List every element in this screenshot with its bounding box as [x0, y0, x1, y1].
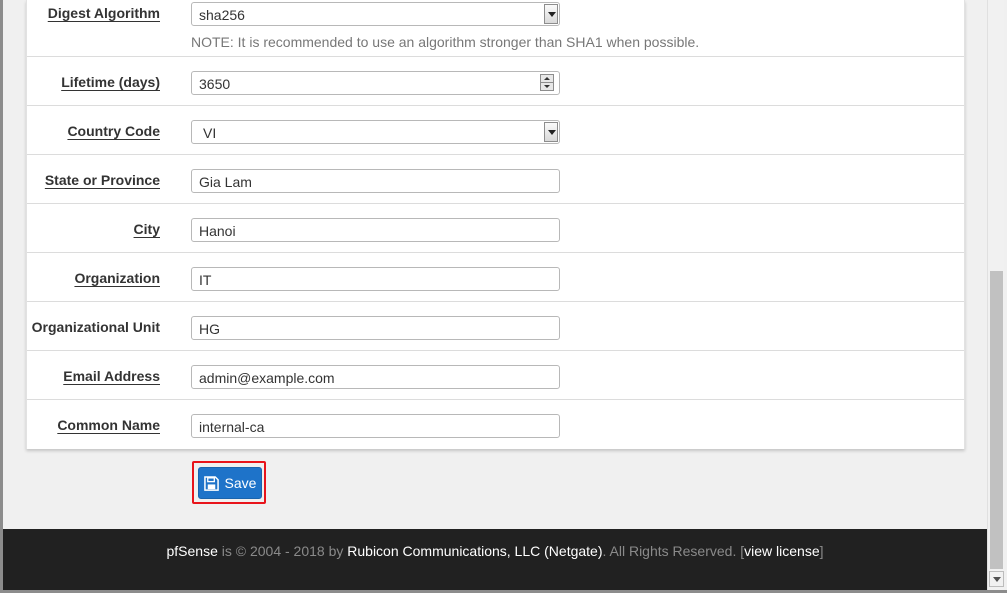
footer-company-link[interactable]: Rubicon Communications, LLC (Netgate) [347, 543, 602, 559]
footer-rights: . All Rights Reserved. [ [602, 543, 745, 559]
save-icon [203, 475, 219, 491]
organization-label: Organization [74, 270, 160, 286]
footer-bracket: ] [819, 543, 824, 559]
digest-algorithm-note: NOTE: It is recommended to use an algori… [191, 34, 700, 50]
scroll-down-arrow-icon[interactable] [989, 571, 1004, 587]
save-button-label: Save [224, 475, 257, 491]
organization-input[interactable]: IT [191, 267, 560, 291]
footer-copyright: is © 2004 - 2018 by [217, 543, 348, 559]
footer-brand: pfSense [166, 543, 218, 559]
lifetime-input[interactable]: 3650 [191, 71, 560, 95]
chevron-down-icon[interactable] [544, 4, 558, 24]
lifetime-label: Lifetime (days) [61, 74, 160, 90]
save-button[interactable]: Save [198, 467, 262, 499]
email-input[interactable]: admin@example.com [191, 365, 560, 389]
spin-down-icon[interactable] [540, 82, 554, 91]
footer-license-link[interactable]: view license [744, 543, 819, 559]
digest-algorithm-label: Digest Algorithm [47, 5, 160, 21]
main-content: Digest Algorithm sha256 NOTE: It is reco… [3, 0, 987, 529]
common-name-input[interactable]: internal-ca [191, 414, 560, 438]
row-common-name: Common Name internal-ca [27, 400, 964, 449]
row-email: Email Address admin@example.com [27, 351, 964, 400]
row-state: State or Province Gia Lam [27, 155, 964, 204]
row-country-code: Country Code VI [27, 106, 964, 155]
city-label: City [133, 221, 160, 237]
city-input[interactable]: Hanoi [191, 218, 560, 242]
country-code-label: Country Code [67, 123, 160, 139]
page-footer: pfSense is © 2004 - 2018 by Rubicon Comm… [3, 529, 987, 590]
number-spinner[interactable] [540, 74, 554, 92]
digest-algorithm-value: sha256 [199, 7, 245, 23]
certificate-form-panel: Digest Algorithm sha256 NOTE: It is reco… [26, 0, 965, 449]
row-org-unit: Organizational Unit HG [27, 302, 964, 351]
org-unit-input[interactable]: HG [191, 316, 560, 340]
org-unit-label: Organizational Unit [31, 319, 160, 335]
country-code-select[interactable]: VI [191, 120, 560, 144]
row-city: City Hanoi [27, 204, 964, 253]
chevron-down-icon[interactable] [544, 122, 558, 142]
digest-algorithm-select[interactable]: sha256 [191, 2, 560, 26]
row-lifetime: Lifetime (days) 3650 [27, 57, 964, 106]
vertical-scrollbar[interactable] [987, 0, 1004, 590]
state-label: State or Province [44, 172, 160, 188]
common-name-label: Common Name [57, 417, 160, 433]
state-input[interactable]: Gia Lam [191, 169, 560, 193]
email-label: Email Address [63, 368, 160, 384]
scrollbar-thumb[interactable] [990, 271, 1003, 569]
row-organization: Organization IT [27, 253, 964, 302]
lifetime-value: 3650 [199, 76, 231, 92]
row-digest-algorithm: Digest Algorithm sha256 NOTE: It is reco… [27, 0, 964, 57]
country-code-value: VI [203, 125, 217, 141]
